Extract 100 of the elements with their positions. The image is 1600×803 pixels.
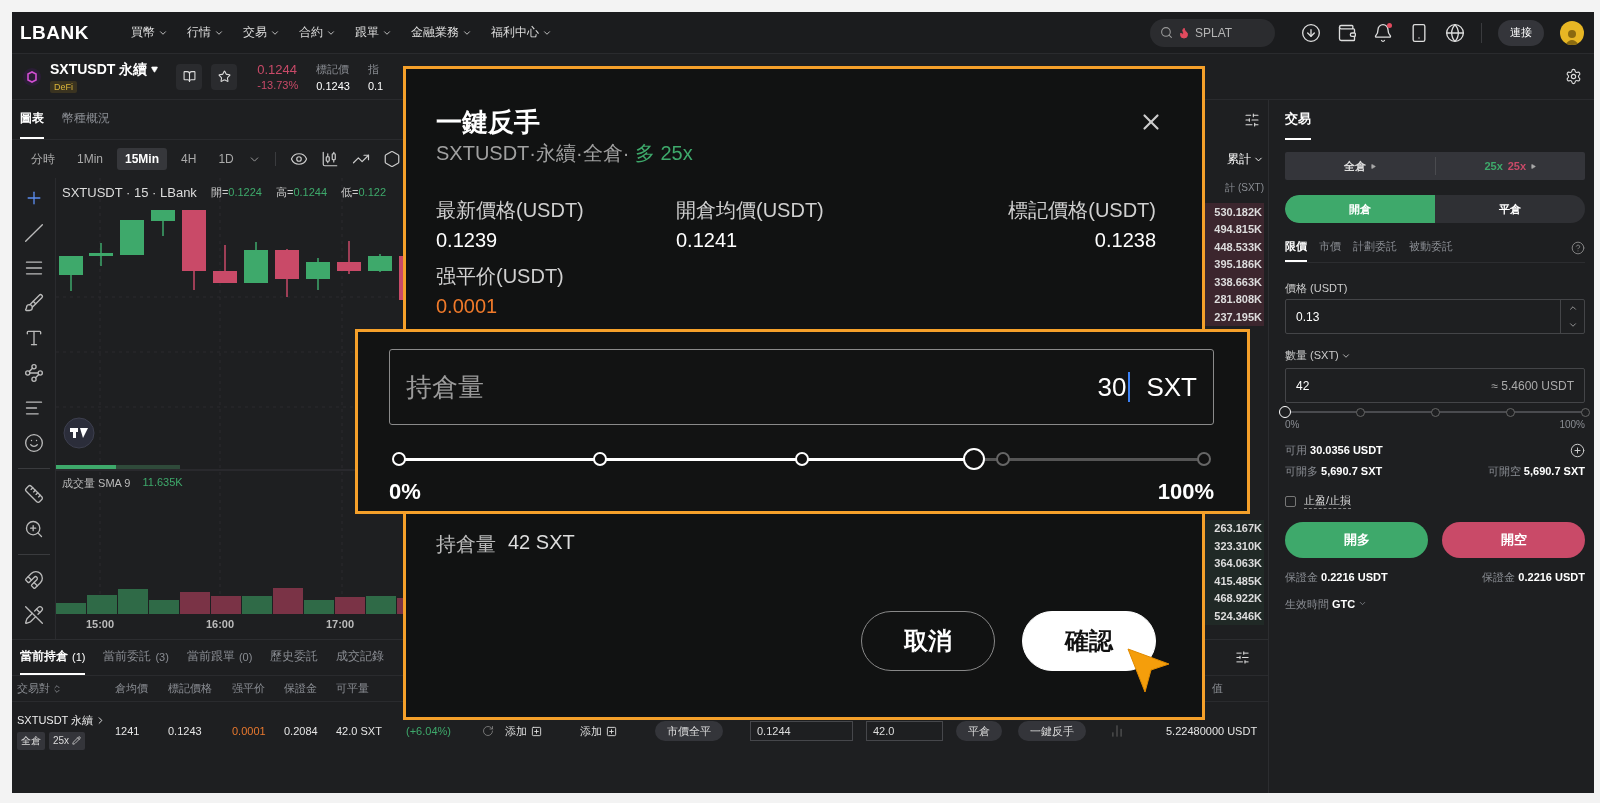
nav-menu-item[interactable]: 跟單 — [355, 24, 392, 41]
quantity-input[interactable]: 42.0 — [866, 721, 943, 741]
quantity-input[interactable]: 42 — [1286, 369, 1492, 402]
slider-track[interactable] — [1278, 405, 1592, 419]
nav-menu-item[interactable]: 福利中心 — [491, 24, 552, 41]
checkbox[interactable] — [1285, 495, 1296, 507]
caret-icon — [151, 66, 159, 73]
leverage-button[interactable]: 25x 25x — [1435, 160, 1585, 172]
slider-thumb[interactable] — [962, 448, 985, 470]
price-input[interactable]: 0.1244 — [750, 721, 853, 741]
leverage-tag[interactable]: 25x — [49, 731, 86, 750]
volume-label: 成交量 SMA 9 — [62, 476, 131, 491]
open-short-button[interactable]: 開空 — [1442, 522, 1585, 558]
bell-icon[interactable] — [1373, 22, 1393, 43]
search-field[interactable]: SPLAT — [1150, 18, 1275, 47]
quantity-unit-dropdown[interactable]: 數量 (SXT) — [1285, 348, 1585, 363]
order-type-tab[interactable]: 計劃委託 — [1353, 233, 1397, 262]
book-button[interactable] — [176, 63, 203, 90]
sliders-icon[interactable] — [1244, 112, 1260, 128]
interval-tab[interactable]: 4H — [173, 148, 205, 170]
symbol-selector[interactable]: SXTUSDT 永續 — [50, 60, 159, 79]
slider-min-label: 0% — [389, 479, 421, 505]
sort-icon[interactable] — [52, 683, 62, 694]
slider-thumb[interactable] — [1279, 406, 1291, 418]
indicator-icon[interactable] — [289, 150, 308, 168]
amount-field[interactable]: 持倉量 30 SXT — [389, 349, 1214, 425]
nav-menu-item[interactable]: 行情 — [187, 24, 224, 41]
ohlc-value: 低=0.122 — [341, 185, 387, 200]
trade-tab[interactable]: 交易 — [1285, 100, 1311, 140]
interval-tab[interactable]: 1D — [210, 148, 242, 170]
pair-link[interactable]: SXTUSDT 永續 — [17, 712, 115, 728]
chart-tab[interactable]: 幣種概況 — [62, 100, 110, 139]
nav-menu-item[interactable]: 交易 — [243, 24, 280, 41]
candlestick — [368, 253, 392, 273]
settings-icon[interactable] — [382, 150, 401, 168]
order-type-tab[interactable]: 被動委託 — [1409, 233, 1453, 262]
nav-menu-item[interactable]: 買幣 — [131, 24, 168, 41]
candlestick — [213, 244, 237, 284]
candle-style-icon[interactable] — [320, 150, 339, 168]
ruler-icon[interactable] — [23, 484, 44, 504]
pattern-icon[interactable] — [23, 363, 44, 383]
margin-mode-button[interactable]: 全倉 — [1285, 158, 1435, 174]
time-in-force-dropdown[interactable]: 生效時間 GTC — [1285, 597, 1368, 612]
order-type-tab[interactable]: 限價 — [1285, 233, 1307, 262]
smiley-icon[interactable] — [23, 433, 44, 453]
connect-button[interactable]: 連接 — [1498, 19, 1544, 46]
position-value: 42 SXT — [508, 531, 575, 555]
slider-min-label: 0% — [1285, 419, 1300, 430]
side-toggle[interactable]: 平倉 — [1435, 195, 1585, 223]
zoom-in-icon[interactable] — [23, 519, 44, 539]
interval-tab[interactable]: 15Min — [117, 148, 168, 170]
candlestick — [275, 248, 299, 298]
sliders-icon[interactable] — [1235, 650, 1250, 665]
table-cell-text: 5.22480000 USDT — [1166, 725, 1259, 737]
reverse-button[interactable]: 一鍵反手 — [1018, 721, 1086, 741]
amount-input[interactable]: 30 — [1086, 371, 1127, 403]
depth-mode-dropdown[interactable]: 累計 — [1227, 140, 1264, 178]
logo: LBANK — [20, 21, 89, 44]
positions-tab[interactable]: 當前跟單 (0) — [186, 640, 253, 675]
candlestick — [120, 219, 144, 256]
ask-total: 237.195K — [1204, 308, 1264, 326]
stat-value: 0.1238 — [1094, 228, 1156, 253]
positions-tab[interactable]: 歷史委託 — [270, 640, 319, 675]
market-close-button[interactable]: 市價全平 — [655, 721, 723, 741]
tpsl-label: 止盈/止損 — [1304, 493, 1352, 509]
add-link[interactable]: 添加 — [505, 723, 580, 739]
last-price: 0.1244 — [257, 62, 298, 77]
wallet-icon[interactable] — [1337, 22, 1357, 43]
positions-tab[interactable]: 成交記錄 — [336, 640, 385, 675]
ask-total: 530.182K — [1204, 203, 1264, 221]
nav-menu-item[interactable]: 合約 — [299, 24, 336, 41]
avatar[interactable] — [1560, 20, 1584, 45]
interval-tab[interactable]: 分時 — [23, 146, 63, 172]
positions-tab[interactable]: 當前持倉 (1) — [20, 640, 86, 675]
add-circle-icon[interactable] — [1570, 443, 1585, 458]
magnet-icon[interactable] — [23, 570, 44, 590]
add-link[interactable]: 添加 — [580, 723, 655, 739]
interval-tab[interactable]: 1Min — [69, 148, 111, 170]
stat-value: 0.1241 — [676, 228, 738, 253]
lock-drawing-icon[interactable] — [23, 605, 44, 625]
download-icon[interactable] — [1301, 22, 1321, 43]
order-type-tab[interactable]: 市價 — [1319, 233, 1341, 262]
candlestick — [89, 242, 113, 267]
brush-icon[interactable] — [23, 293, 44, 313]
search-input[interactable]: SPLAT — [1195, 25, 1265, 40]
refresh-icon[interactable] — [482, 725, 494, 737]
help-icon[interactable] — [1571, 240, 1585, 255]
ask-total: 494.815K — [1204, 220, 1264, 238]
ask-total: 281.808K — [1204, 290, 1264, 308]
chart-tab[interactable]: 圖表 — [20, 100, 44, 139]
quantity-field[interactable]: 42 ≈ 5.4600 USDT — [1285, 368, 1585, 403]
confirm-button[interactable]: 確認 — [1022, 611, 1156, 671]
favorite-button[interactable] — [211, 63, 238, 90]
globe-icon[interactable] — [1445, 22, 1465, 43]
settings-icon[interactable] — [1565, 68, 1582, 85]
close-button[interactable]: 平倉 — [956, 721, 1002, 741]
trend-line-icon[interactable] — [23, 223, 44, 243]
dialog-subtitle: SXTUSDT·永續·全倉· 多 25x — [436, 141, 694, 166]
nav-menu-item[interactable]: 金融業務 — [411, 24, 472, 41]
positions-tab[interactable]: 當前委託 (3) — [103, 640, 169, 675]
